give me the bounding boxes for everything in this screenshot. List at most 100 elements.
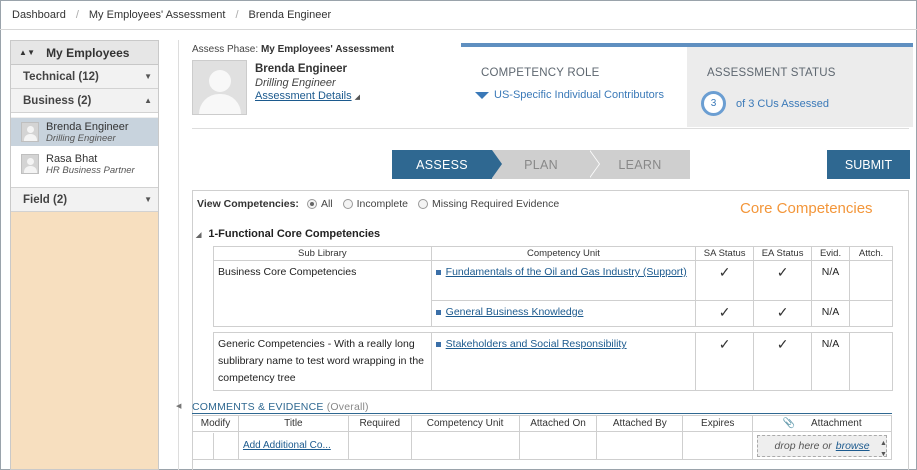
col-expires: Expires [682, 415, 754, 432]
modify-cell [192, 431, 239, 460]
competency-unit-link[interactable]: General Business Knowledge [446, 306, 584, 318]
checkmark-icon: ✓ [718, 304, 731, 320]
breadcrumb-dashboard[interactable]: Dashboard [12, 9, 66, 21]
group-label: Technical (12) [23, 70, 99, 83]
assessed-count-text: of 3 CUs Assessed [736, 98, 829, 110]
checkmark-icon: ✓ [718, 264, 731, 280]
col-sublibrary: Sub Library [213, 246, 432, 261]
competency-unit-link[interactable]: Fundamentals of the Oil and Gas Industry… [446, 266, 687, 278]
paperclip-icon: 📎 [782, 418, 796, 429]
sa-status-cell: ✓ [695, 260, 755, 301]
step-learn[interactable]: LEARN [590, 150, 690, 179]
attachment-header-label: Attachment [811, 418, 862, 429]
collapse-arrow-icon[interactable]: ◀ [176, 402, 181, 410]
employee-name-heading: Brenda Engineer [255, 63, 348, 75]
competency-table: Sub Library Competency Unit SA Status EA… [213, 246, 893, 391]
col-attachment: Attch. [849, 246, 893, 261]
employee-name: Brenda Engineer [46, 120, 129, 133]
expires-cell [682, 431, 754, 460]
step-plan[interactable]: PLAN [492, 150, 590, 179]
radio-label: All [320, 198, 333, 210]
group-label: Business (2) [23, 94, 92, 107]
competency-unit-cell [410, 431, 520, 460]
phase-value: My Employees' Assessment [260, 44, 395, 55]
competency-role-panel: COMPETENCY ROLE US-Specific Individual C… [461, 47, 687, 127]
submit-button[interactable]: SUBMIT [827, 150, 910, 179]
bullet-icon [435, 269, 441, 275]
file-dropzone[interactable]: drop here or browse [757, 434, 887, 457]
breadcrumb: Dashboard / My Employees' Assessment / B… [0, 0, 917, 30]
checkmark-icon: ✓ [776, 264, 789, 280]
employee-photo [192, 60, 247, 115]
group-business[interactable]: Business (2) ▲ [11, 89, 158, 113]
radio-incomplete[interactable]: Incomplete [342, 198, 408, 210]
ea-status-cell: ✓ [753, 332, 813, 391]
evidence-cell: N/A [811, 332, 851, 391]
bullet-icon [435, 309, 441, 315]
checkmark-icon: ✓ [776, 336, 789, 352]
col-competency-unit: Competency Unit [410, 415, 520, 432]
col-attachment: 📎 Attachment [752, 415, 892, 432]
triangle-icon[interactable]: ◢ [355, 94, 360, 101]
competency-unit-link[interactable]: Stakeholders and Social Responsibility [446, 338, 627, 350]
sidebar-title: My Employees [46, 45, 130, 60]
col-required: Required [347, 415, 412, 432]
radio-label: Missing Required Evidence [431, 198, 560, 210]
attachment-cell [849, 332, 893, 391]
radio-all[interactable]: All [306, 198, 333, 210]
employee-item-rasa[interactable]: Rasa Bhat HR Business Partner [11, 150, 158, 178]
competency-unit-cell: Fundamentals of the Oil and Gas Industry… [430, 260, 697, 301]
collapse-triangle-icon[interactable]: ◢ [196, 232, 201, 239]
sublibrary-cell: Generic Competencies - With a really lon… [213, 332, 432, 391]
scrollbar[interactable]: ▲ ▼ [877, 438, 890, 462]
section-title: Core Competencies [740, 200, 873, 217]
assessment-details-link[interactable]: Assessment Details [255, 90, 352, 102]
assessment-status-title: ASSESSMENT STATUS [707, 67, 836, 79]
competency-unit-cell: Stakeholders and Social Responsibility [430, 332, 697, 391]
competency-unit-cell: General Business Knowledge [430, 300, 697, 327]
panel-splitter[interactable]: ◀ [176, 40, 184, 470]
attachment-dropzone-cell: drop here or browse [752, 431, 892, 460]
col-ea-status: EA Status [753, 246, 813, 261]
dropdown-arrow-icon [475, 91, 489, 99]
divider [192, 128, 909, 129]
employee-item-brenda[interactable]: Brenda Engineer Drilling Engineer [11, 118, 158, 146]
sort-arrows-icon[interactable]: ▲ ▼ [19, 48, 35, 57]
step-arrow-icon [492, 150, 502, 178]
chevron-up-icon: ▲ [144, 96, 152, 105]
radio-icon [342, 199, 353, 209]
comments-row: Add Additional Co... drop here or browse [192, 431, 892, 460]
phase-label: Assess Phase: [192, 44, 259, 55]
table-header-row: Sub Library Competency Unit SA Status EA… [213, 246, 893, 261]
employee-name: Rasa Bhat [46, 152, 98, 165]
col-title: Title [237, 415, 349, 432]
sa-status-cell: ✓ [695, 332, 755, 391]
browse-link[interactable]: browse [836, 440, 870, 452]
sa-status-cell: ✓ [695, 300, 755, 327]
ea-status-cell: ✓ [753, 260, 813, 301]
employee-role: HR Business Partner [46, 164, 135, 176]
radio-missing-evidence[interactable]: Missing Required Evidence [417, 198, 560, 210]
breadcrumb-assessment[interactable]: My Employees' Assessment [89, 9, 226, 21]
comments-divider [192, 413, 892, 414]
group-technical[interactable]: Technical (12) ▼ [11, 65, 158, 89]
attached-on-cell [518, 431, 598, 460]
col-evidence: Evid. [811, 246, 851, 261]
evidence-cell: N/A [811, 300, 851, 327]
evidence-cell: N/A [811, 260, 851, 301]
group-field[interactable]: Field (2) ▼ [11, 188, 158, 212]
table-row: Business Core Competencies Fundamentals … [213, 260, 893, 327]
col-attached-on: Attached On [518, 415, 598, 432]
employee-sidebar: ▲ ▼ My Employees Technical (12) ▼ Busine… [10, 40, 159, 470]
competency-role-dropdown[interactable]: US-Specific Individual Contributors [475, 89, 664, 101]
chevron-down-icon: ▼ [144, 195, 152, 204]
competency-group-header[interactable]: ◢ 1-Functional Core Competencies [196, 228, 380, 240]
breadcrumb-current: Brenda Engineer [248, 8, 332, 21]
step-assess[interactable]: ASSESS [392, 150, 492, 179]
add-comment-link[interactable]: Add Additional Co... [243, 440, 331, 451]
attachment-cell [849, 260, 893, 301]
avatar-icon [21, 122, 39, 142]
sidebar-header[interactable]: ▲ ▼ My Employees [11, 41, 158, 65]
comments-header-row: Modify Title Required Competency Unit At… [192, 415, 892, 432]
comments-table: Modify Title Required Competency Unit At… [192, 415, 892, 460]
